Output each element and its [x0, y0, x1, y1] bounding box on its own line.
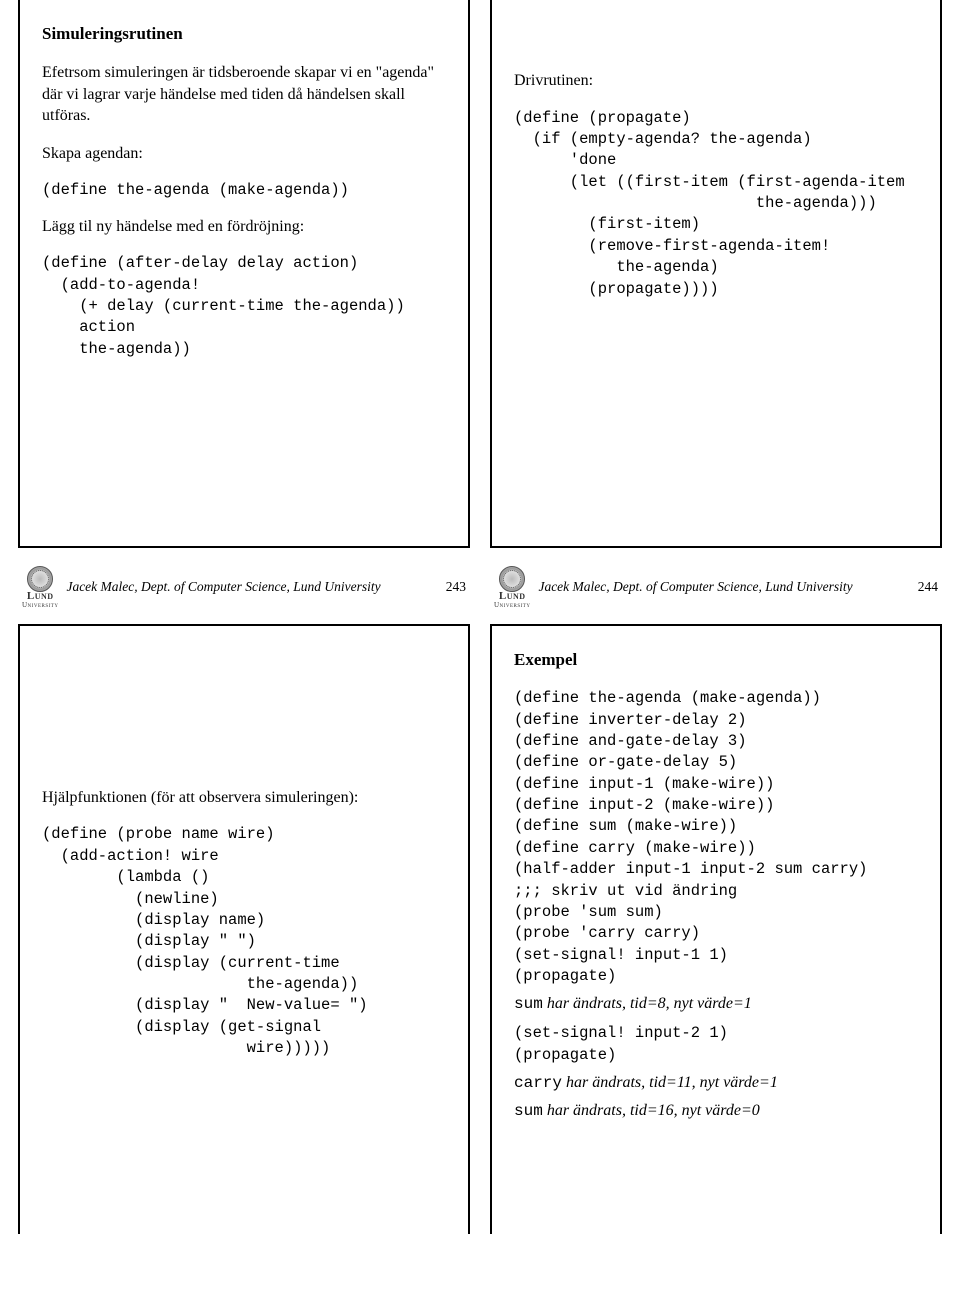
result-line: carry har ändrats, tid=11, nyt värde=1	[514, 1074, 922, 1092]
logo-subtext: University	[22, 602, 58, 608]
code-block: (define the-agenda (make-agenda)) (defin…	[514, 688, 922, 987]
paragraph: Drivrutinen:	[514, 70, 922, 92]
paragraph: Efetrsom simuleringen är tidsberoende sk…	[42, 62, 450, 127]
lund-logo: Lund University	[494, 566, 530, 608]
result-text: har ändrats, tid=8, nyt värde=1	[543, 995, 752, 1012]
seal-icon	[499, 566, 525, 592]
result-line: sum har ändrats, tid=8, nyt värde=1	[514, 995, 922, 1013]
code-block: (define (propagate) (if (empty-agenda? t…	[514, 108, 922, 300]
paragraph: Hjälpfunktionen (för att observera simul…	[42, 787, 450, 809]
slide-1: Simuleringsrutinen Efetrsom simuleringen…	[18, 0, 470, 548]
slide-footer: Lund University Jacek Malec, Dept. of Co…	[18, 558, 470, 614]
result-var: sum	[514, 1102, 543, 1120]
footer-author: Jacek Malec, Dept. of Computer Science, …	[66, 579, 380, 595]
seal-icon	[27, 566, 53, 592]
slide-footer: Lund University Jacek Malec, Dept. of Co…	[490, 558, 942, 614]
code-block: (define (probe name wire) (add-action! w…	[42, 824, 450, 1059]
code-block: (set-signal! input-2 1) (propagate)	[514, 1023, 922, 1066]
slide-2: Drivrutinen: (define (propagate) (if (em…	[490, 0, 942, 548]
result-line: sum har ändrats, tid=16, nyt värde=0	[514, 1102, 922, 1120]
result-text: har ändrats, tid=11, nyt värde=1	[562, 1074, 778, 1091]
code-block: (define the-agenda (make-agenda))	[42, 180, 450, 201]
paragraph: Skapa agendan:	[42, 143, 450, 165]
page-number: 243	[446, 579, 466, 595]
footer-author: Jacek Malec, Dept. of Computer Science, …	[538, 579, 852, 595]
result-text: har ändrats, tid=16, nyt värde=0	[543, 1102, 760, 1119]
result-var: sum	[514, 995, 543, 1013]
page-number: 244	[918, 579, 938, 595]
slide-title: Exempel	[514, 650, 922, 670]
paragraph: Lägg til ny händelse med en fördröjning:	[42, 216, 450, 238]
lund-logo: Lund University	[22, 566, 58, 608]
slide-3: Hjälpfunktionen (för att observera simul…	[18, 624, 470, 1234]
logo-subtext: University	[494, 602, 530, 608]
result-var: carry	[514, 1074, 562, 1092]
slide-4: Exempel (define the-agenda (make-agenda)…	[490, 624, 942, 1234]
slide-title: Simuleringsrutinen	[42, 24, 450, 44]
code-block: (define (after-delay delay action) (add-…	[42, 253, 450, 360]
